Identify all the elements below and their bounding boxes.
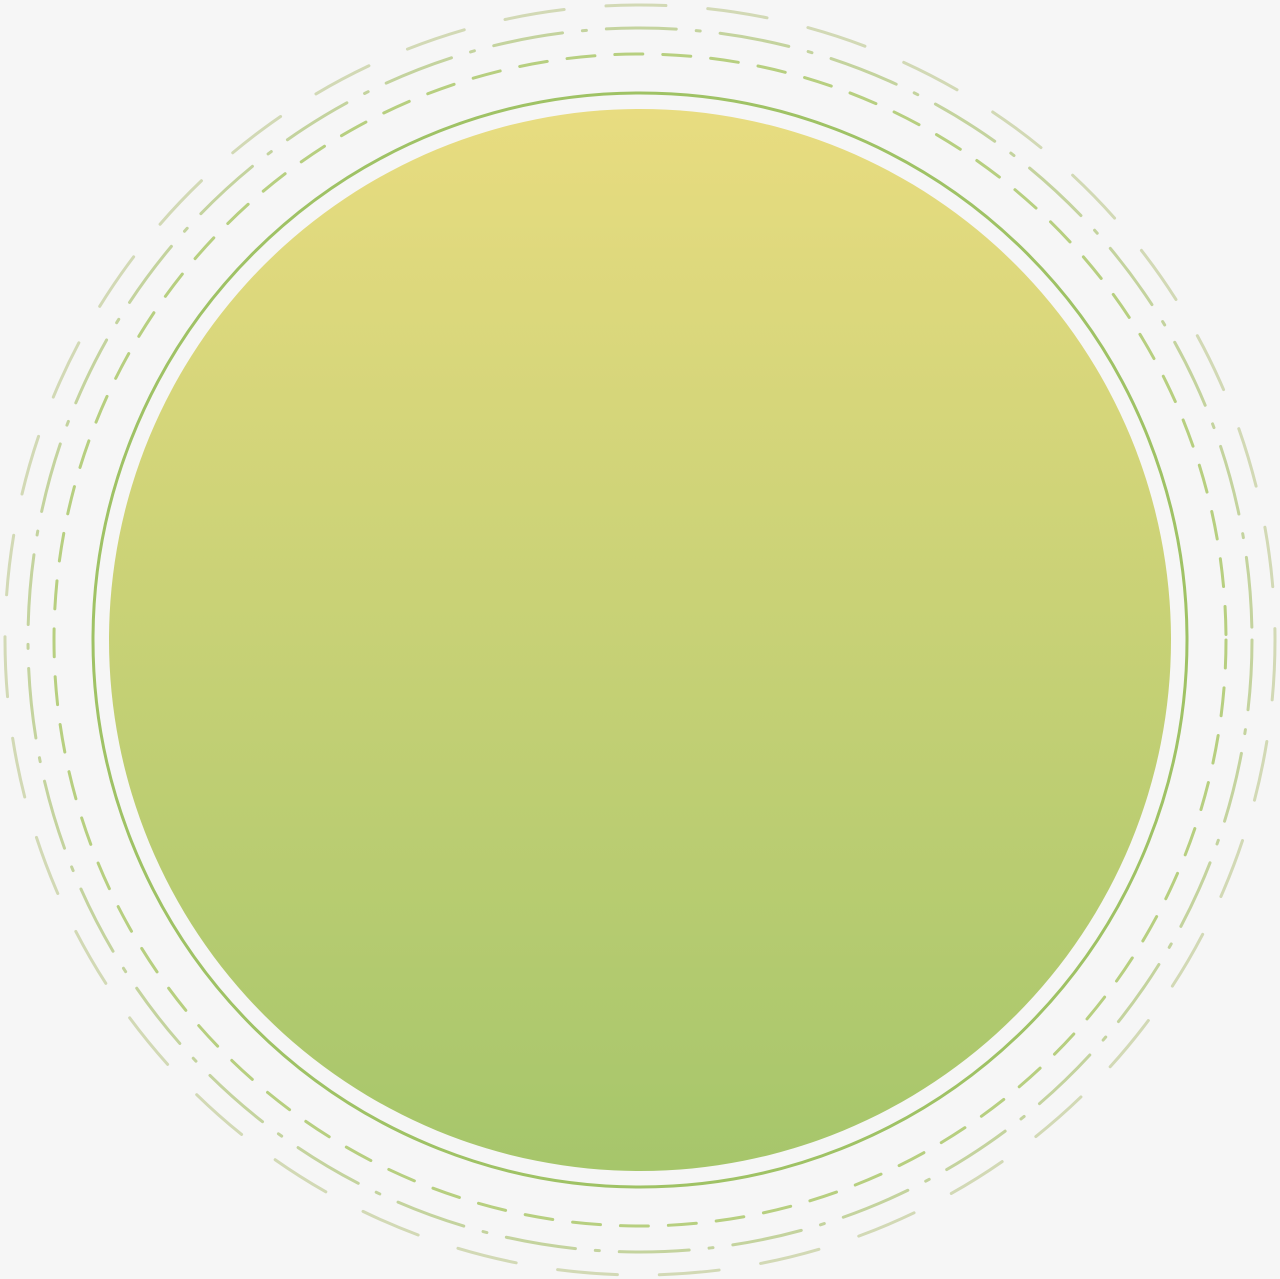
badge-graphic [0, 0, 1280, 1279]
gradient-disc [109, 109, 1171, 1171]
badge-svg [0, 0, 1280, 1279]
